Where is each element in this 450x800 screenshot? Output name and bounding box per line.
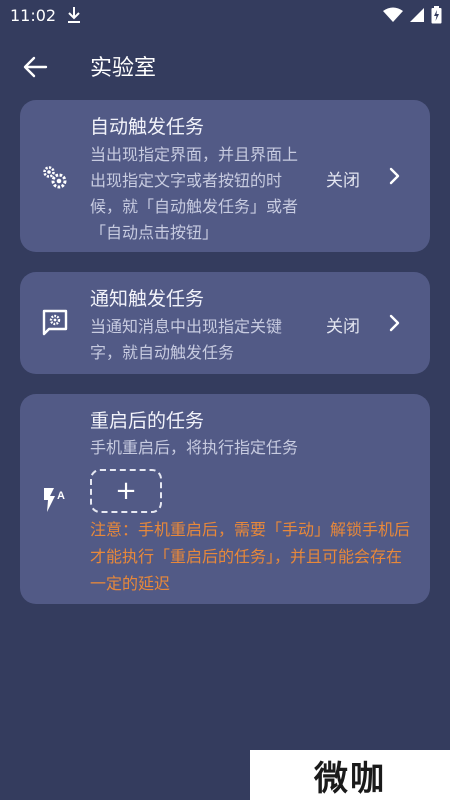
system-icons [383,6,442,24]
watermark-text: 微咖 [314,758,386,799]
status-label: 关闭 [326,171,360,191]
notification-gear-icon [42,309,68,336]
status-time: 11:02 [10,6,57,25]
notification-trigger-card[interactable]: 通知触发任务 当通知消息中出现指定关键字，就自动触发任务 关闭 [20,272,430,374]
arrow-left-icon[interactable] [20,52,50,82]
auto-trigger-card[interactable]: 自动触发任务 当出现指定界面，并且界面上出现指定文字或者按钮的时候，就「自动触发… [20,100,430,252]
after-reboot-card: A 重启后的任务 手机重启后，将执行指定任务 + 注意：手机重启后，需要「手动」… [20,394,430,604]
wifi-icon [383,7,403,22]
card-description: 当出现指定界面，并且界面上出现指定文字或者按钮的时候，就「自动触发任务」或者「自… [90,145,299,242]
reboot-note: 注意：手机重启后，需要「手动」解锁手机后才能执行「重启后的任务」，并且可能会存在… [90,520,411,593]
app-bar: 实验室 [0,40,450,96]
battery-icon [431,6,442,24]
card-title: 重启后的任务 [90,410,205,432]
download-icon [68,7,80,23]
card-title: 通知触发任务 [90,288,205,310]
status-bar: 11:02 [0,0,450,32]
signal-icon [410,8,424,22]
flash-auto-icon: A [44,488,65,512]
chevron-right-icon [389,314,400,332]
gears-icon [43,166,67,189]
card-title: 自动触发任务 [90,116,205,138]
chevron-right-icon [389,167,400,185]
watermark-logo: 微咖 [250,750,450,800]
page-title: 实验室 [90,56,157,81]
add-task-button[interactable]: + [90,469,162,513]
card-description: 手机重启后，将执行指定任务 [90,438,299,457]
card-description: 当通知消息中出现指定关键字，就自动触发任务 [90,317,283,362]
status-label: 关闭 [326,317,360,337]
svg-text:A: A [57,490,65,502]
